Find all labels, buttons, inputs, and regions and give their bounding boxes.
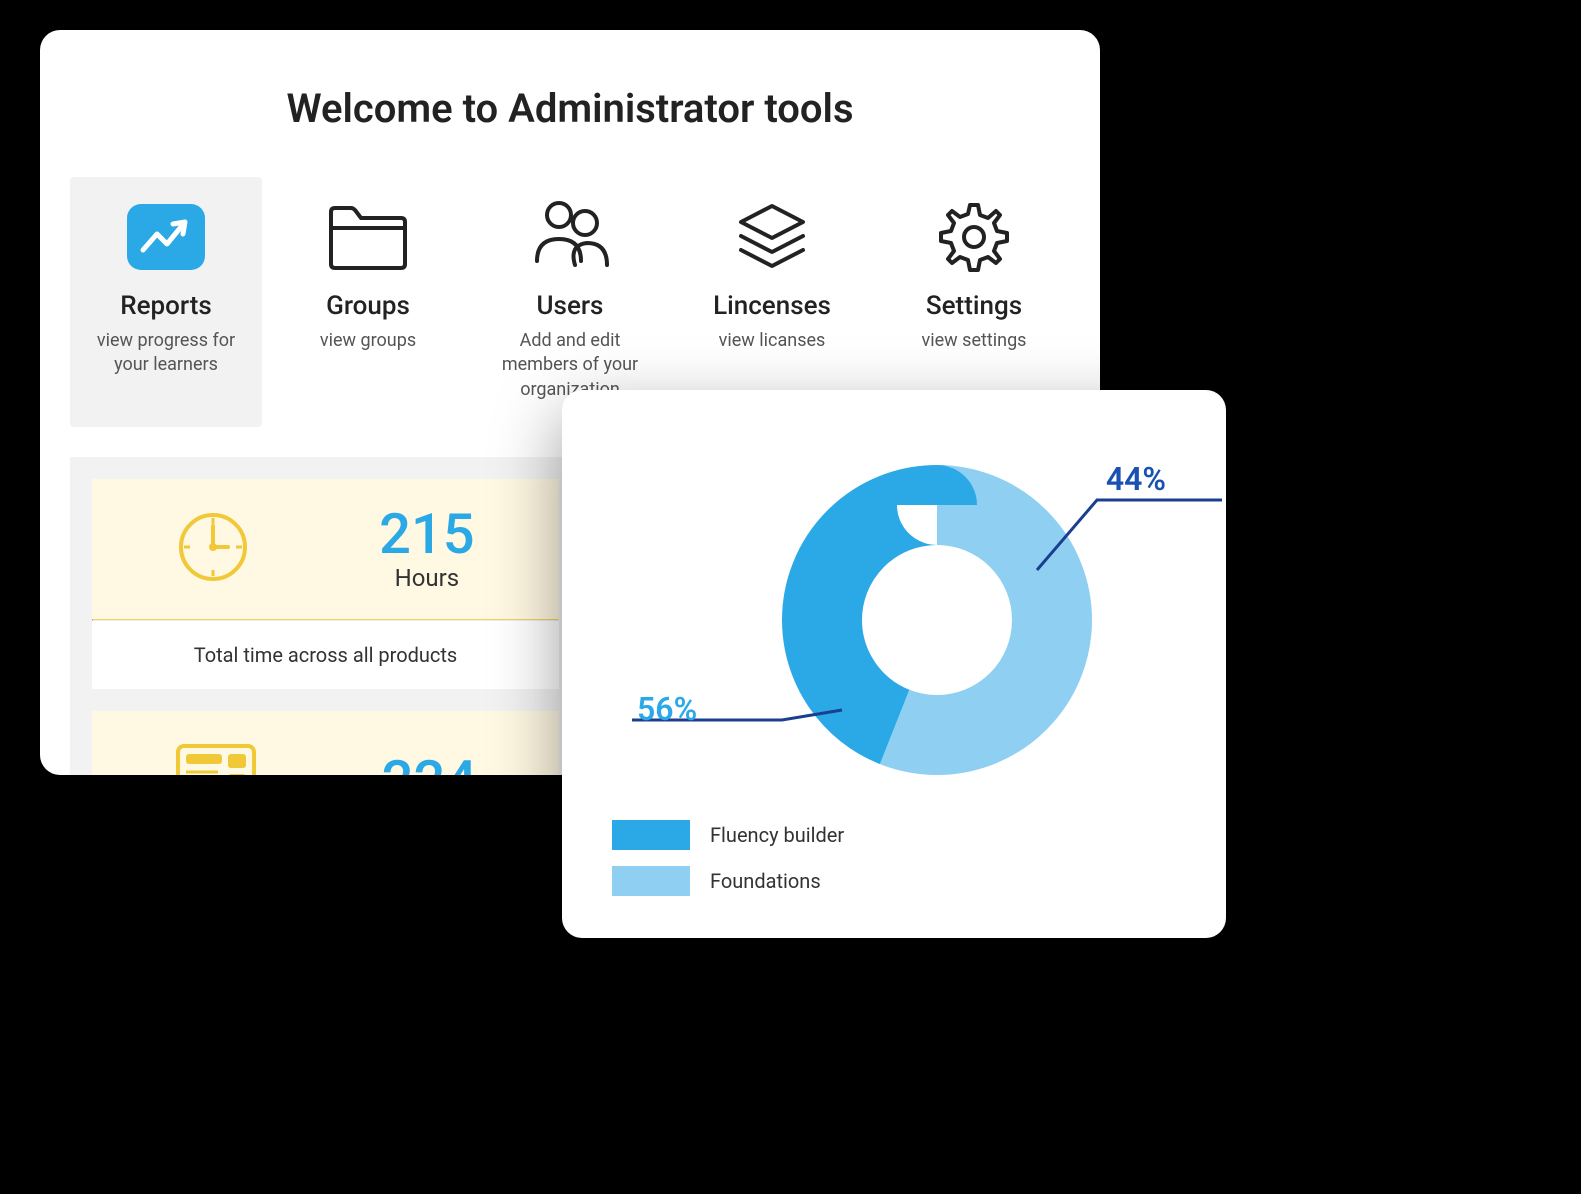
donut-chart: 44% 56% [592,410,1196,810]
nav-sub-reports: view progress for your learners [80,329,252,378]
folder-icon [282,197,454,277]
metric-card-224[interactable]: 224 [92,711,559,775]
legend-label-foundations: Foundations [710,869,821,893]
donut-pct-fluency: 44% [1106,460,1166,498]
nav-label-users: Users [484,291,656,321]
nav-label-licenses: Lincenses [686,291,858,321]
legend-item-foundations: Foundations [612,866,1196,896]
users-icon [484,197,656,277]
metric-unit-hours: Hours [379,564,474,592]
legend-swatch-foundations [612,866,690,896]
chart-legend: Fluency builder Foundations [612,820,1196,896]
reports-icon [80,197,252,277]
metric-value-hours: 215 [379,506,474,562]
nav-item-reports[interactable]: Reports view progress for your learners [70,177,262,427]
page-title: Welcome to Administrator tools [70,85,1070,132]
nav-sub-settings: view settings [888,329,1060,353]
nav-label-settings: Settings [888,291,1060,321]
clock-icon [176,510,250,588]
nav-item-groups[interactable]: Groups view groups [272,177,464,427]
chart-panel: 44% 56% Fluency builder Foundations [562,390,1226,938]
donut-pct-foundations: 56% [637,690,697,728]
metric-caption-total-time: Total time across all products [92,621,559,689]
nav-sub-licenses: view licanses [686,329,858,353]
gear-icon [888,197,1060,277]
nav-label-groups: Groups [282,291,454,321]
legend-swatch-fluency [612,820,690,850]
dashboard-icon [174,742,258,775]
nav-label-reports: Reports [80,291,252,321]
metric-value-224: 224 [382,753,477,775]
metric-card-total-time[interactable]: 215 Hours Total time across all products [92,479,559,689]
layers-icon [686,197,858,277]
nav-sub-groups: view groups [282,329,454,353]
legend-item-fluency: Fluency builder [612,820,1196,850]
legend-label-fluency: Fluency builder [710,823,844,847]
